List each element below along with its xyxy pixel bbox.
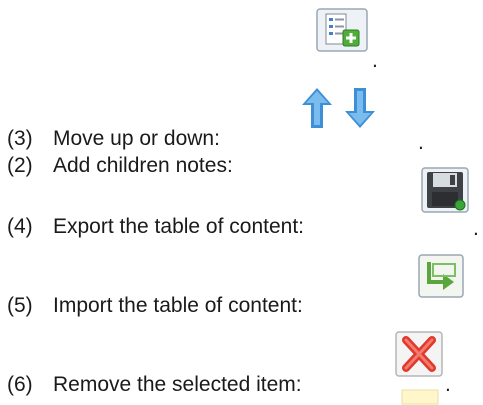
item-text: Export the table of content:: [53, 215, 304, 238]
item-suffix: .: [473, 217, 479, 240]
item-suffix: .: [445, 373, 451, 396]
list-item-import: (5) Import the table of content:: [7, 293, 303, 319]
item-number: (6): [7, 373, 33, 396]
arrow-down-icon[interactable]: [344, 87, 376, 129]
red-x-icon[interactable]: [395, 331, 443, 405]
list-item-export: (4) Export the table of content:: [7, 214, 304, 240]
item-number: (2): [7, 154, 33, 177]
list-item-move: (3) Move up or down:: [7, 126, 220, 152]
list-item-remove: (6) Remove the selected item:: [7, 372, 302, 398]
arrow-up-icon[interactable]: [301, 87, 333, 129]
item-text: Import the table of content:: [53, 294, 303, 317]
floppy-disk-icon[interactable]: [421, 167, 469, 213]
item-suffix: .: [372, 49, 378, 72]
item-suffix: .: [418, 131, 424, 154]
item-number: (3): [7, 127, 33, 150]
import-arrow-icon[interactable]: [418, 254, 464, 298]
list-item-add-children: (2) Add children notes:: [7, 153, 233, 179]
add-children-notes-icon[interactable]: [316, 8, 368, 52]
document-page: { "items": [ {"number": "(2)", "text": "…: [0, 0, 483, 405]
item-text: Move up or down:: [53, 127, 220, 150]
item-number: (4): [7, 215, 33, 238]
item-number: (5): [7, 294, 33, 317]
item-text: Add children notes:: [53, 154, 233, 177]
item-text: Remove the selected item:: [53, 373, 302, 396]
